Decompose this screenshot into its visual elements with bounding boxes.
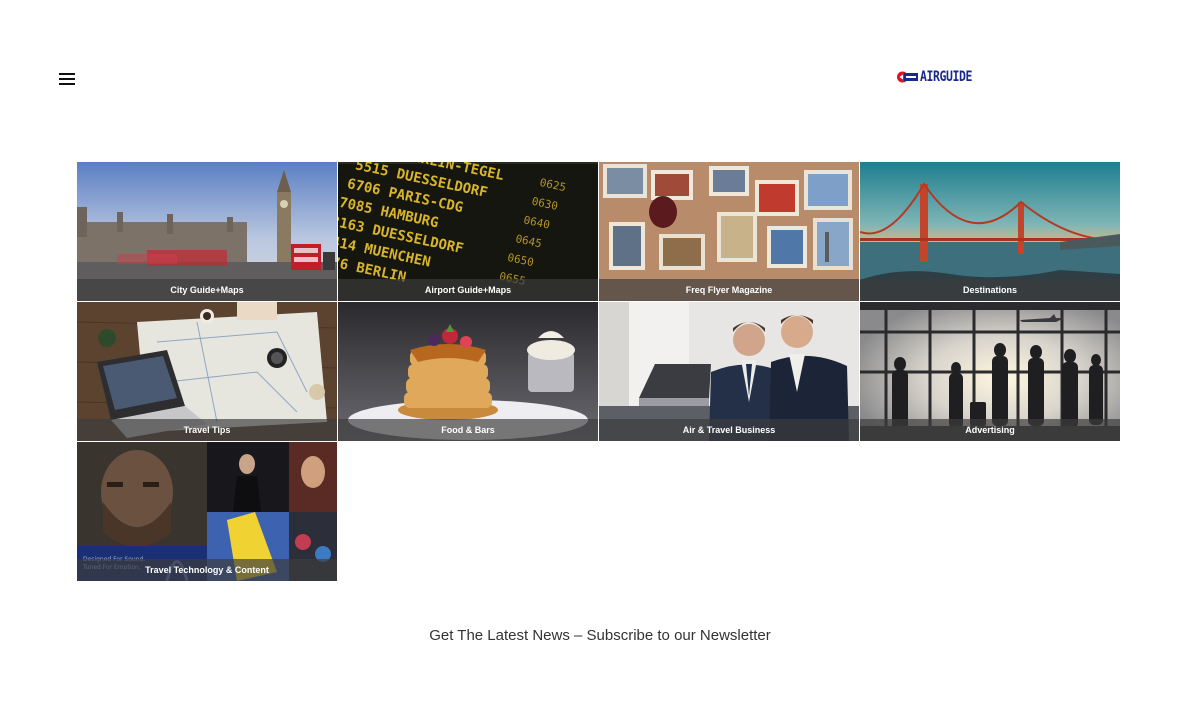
tile-label: Freq Flyer Magazine	[685, 285, 773, 295]
menu-line	[59, 73, 75, 75]
menu-line	[59, 78, 75, 80]
category-tile-food-bars[interactable]: Food & Bars	[338, 302, 598, 441]
tile-caption: Food & Bars	[338, 419, 598, 441]
category-tile-destinations[interactable]: Destinations	[860, 162, 1120, 301]
tile-caption: Travel Tips	[77, 419, 337, 441]
category-tile-freq-flyer-magazine[interactable]: Freq Flyer Magazine	[599, 162, 859, 301]
tile-caption: Travel Technology & Content	[77, 559, 337, 581]
category-tile-city-guide[interactable]: City Guide+Maps	[77, 162, 337, 301]
category-tile-airport-guide[interactable]: 6771 BERLIN-TEGEL 5515 DUESSELDORF 6706 …	[338, 162, 598, 301]
tile-label: Food & Bars	[441, 425, 495, 435]
tile-label: Travel Technology & Content	[145, 565, 269, 575]
category-tile-travel-technology-content[interactable]: Designed For Sound. Tuned For Emotion. T…	[77, 442, 337, 581]
category-tile-air-travel-business[interactable]: Air & Travel Business	[599, 302, 859, 441]
menu-line	[59, 83, 75, 85]
airguide-logo-mark-icon	[897, 71, 918, 83]
tile-caption: Air & Travel Business	[599, 419, 859, 441]
tile-caption: Airport Guide+Maps	[338, 279, 598, 301]
newsletter-link[interactable]: Get The Latest News – Subscribe to our N…	[0, 627, 1200, 644]
airguide-logo[interactable]: AIRGUIDE	[896, 69, 983, 85]
tile-caption: City Guide+Maps	[77, 279, 337, 301]
tile-caption: Advertising	[860, 419, 1120, 441]
tile-label: Air & Travel Business	[682, 425, 776, 435]
category-tile-advertising[interactable]: Advertising	[860, 302, 1120, 441]
hamburger-menu-icon[interactable]	[59, 72, 75, 86]
tile-label: Destinations	[962, 285, 1017, 295]
tile-label: City Guide+Maps	[170, 285, 244, 295]
tile-caption: Destinations	[860, 279, 1120, 301]
tile-label: Travel Tips	[183, 425, 231, 435]
tile-label: Advertising	[965, 425, 1015, 435]
tile-caption: Freq Flyer Magazine	[599, 279, 859, 301]
logo-text: AIRGUIDE	[920, 69, 973, 85]
category-tile-travel-tips[interactable]: Travel Tips	[77, 302, 337, 441]
category-grid: City Guide+Maps 6771 BERLIN-TEGEL 5515 D…	[77, 162, 1120, 582]
tile-label: Airport Guide+Maps	[424, 285, 512, 295]
